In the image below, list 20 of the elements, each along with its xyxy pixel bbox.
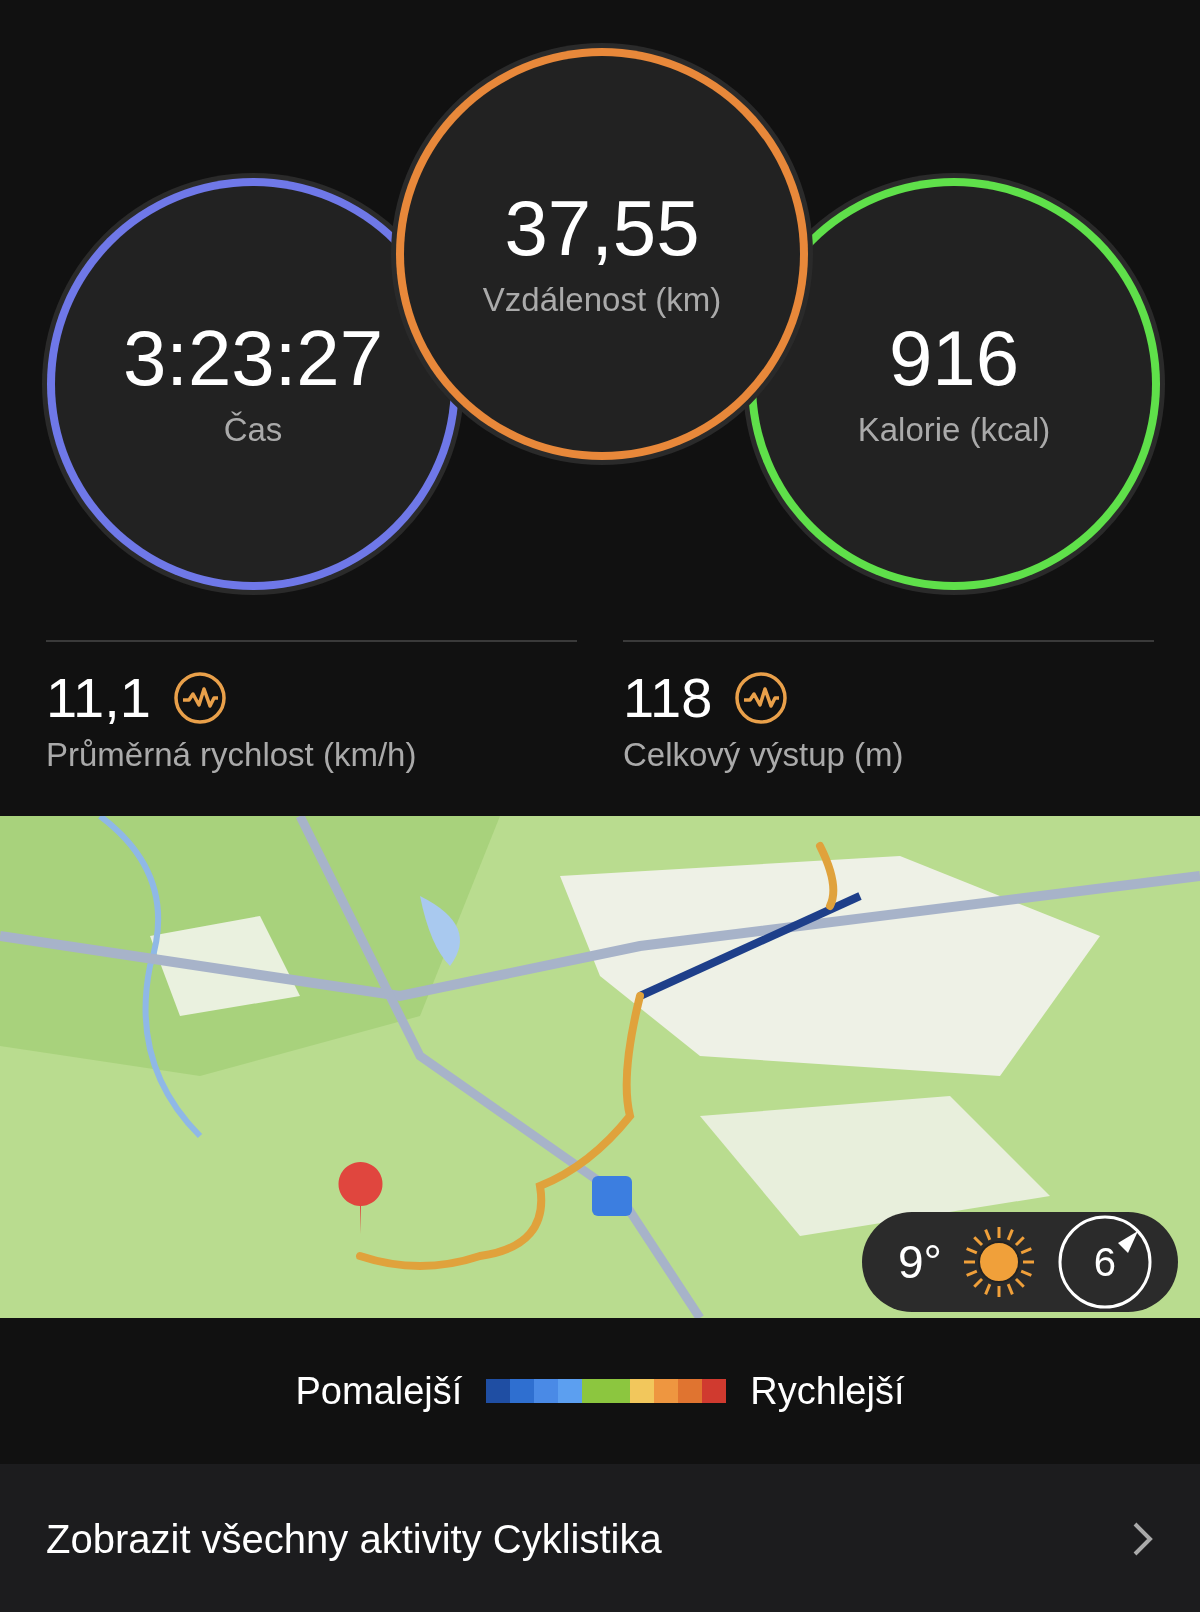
- stat-value: 118: [623, 670, 713, 726]
- activities-link[interactable]: Zobrazit všechny aktivity Cyklistika: [0, 1464, 1200, 1612]
- activity-icon: [172, 671, 227, 725]
- activity-icon: [734, 671, 789, 725]
- link-text: Zobrazit všechny aktivity Cyklistika: [46, 1516, 662, 1562]
- legend-label: Pomalejší: [295, 1369, 463, 1413]
- stat-value: 3:23:27: [122, 319, 384, 397]
- sun-icon: [962, 1225, 1036, 1299]
- stat-value: 11,1: [46, 670, 151, 726]
- stat-label: Čas: [223, 411, 283, 449]
- legend-label: Rychlejší: [750, 1369, 905, 1413]
- wind-indicator: 6: [1056, 1213, 1154, 1311]
- stat-label: Kalorie (kcal): [857, 411, 1051, 449]
- stat-value: 37,55: [504, 189, 700, 267]
- stat-label: Průměrná rychlost (km/h): [46, 736, 418, 774]
- temperature: 9°: [898, 1235, 942, 1289]
- stat-label: Celkový výstup (m): [623, 736, 905, 774]
- stat-value: 916: [888, 319, 1020, 397]
- chevron-icon: [1132, 1521, 1154, 1557]
- stat-label: Vzdálenost (km): [482, 281, 722, 319]
